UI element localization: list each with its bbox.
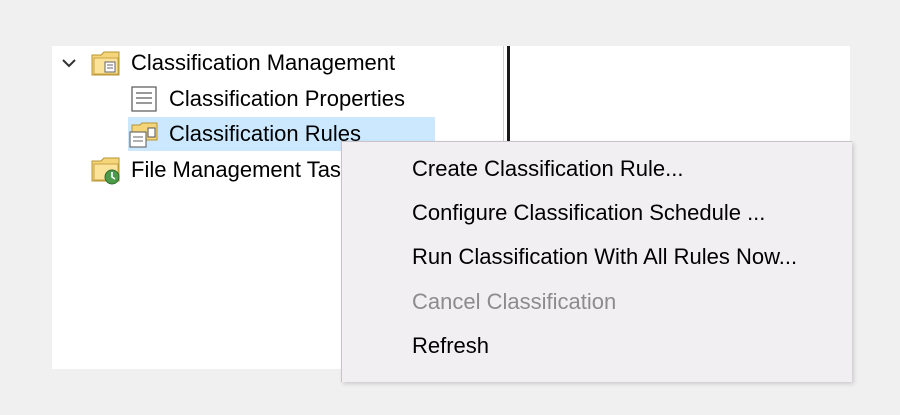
properties-icon	[128, 83, 160, 115]
menu-item-cancel-classification: Cancel Classification	[412, 289, 617, 314]
tree-item-classification-management[interactable]: Classification Management	[58, 46, 398, 80]
folder-icon	[90, 47, 122, 79]
tree-item-label: Classification Rules	[169, 121, 361, 146]
tree-item-label: File Management Tasks	[131, 157, 363, 182]
tree-item-classification-properties[interactable]: Classification Properties	[128, 82, 408, 116]
tree-item-label: Classification Properties	[169, 86, 405, 111]
menu-item-create-classification-rule[interactable]: Create Classification Rule...	[412, 149, 683, 189]
rules-icon	[128, 118, 160, 150]
tree-item-label: Classification Management	[131, 50, 396, 75]
menu-item-run-classification-all-rules[interactable]: Run Classification With All Rules Now...	[412, 237, 797, 277]
chevron-down-icon[interactable]	[58, 52, 80, 74]
tree-item-file-management-tasks[interactable]: File Management Tasks	[90, 153, 366, 187]
folder-task-icon	[90, 154, 122, 186]
context-menu: Create Classification Rule... Configure …	[341, 141, 852, 382]
menu-item-configure-classification-schedule[interactable]: Configure Classification Schedule ...	[412, 193, 765, 233]
menu-item-refresh[interactable]: Refresh	[412, 326, 489, 366]
